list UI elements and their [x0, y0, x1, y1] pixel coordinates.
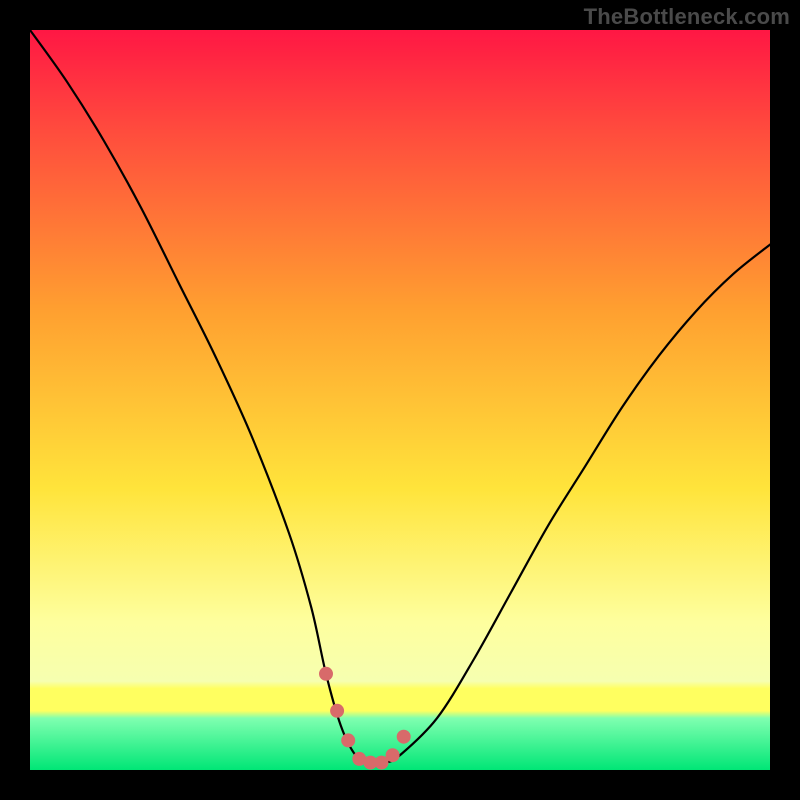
- optimal-dot: [319, 667, 333, 681]
- plot-gradient-background: [30, 30, 770, 770]
- optimal-dot: [330, 704, 344, 718]
- optimal-dot: [386, 748, 400, 762]
- watermark-text: TheBottleneck.com: [584, 4, 790, 30]
- optimal-dot: [397, 730, 411, 744]
- bottleneck-chart-svg: [0, 0, 800, 800]
- chart-frame: TheBottleneck.com: [0, 0, 800, 800]
- optimal-dot: [341, 733, 355, 747]
